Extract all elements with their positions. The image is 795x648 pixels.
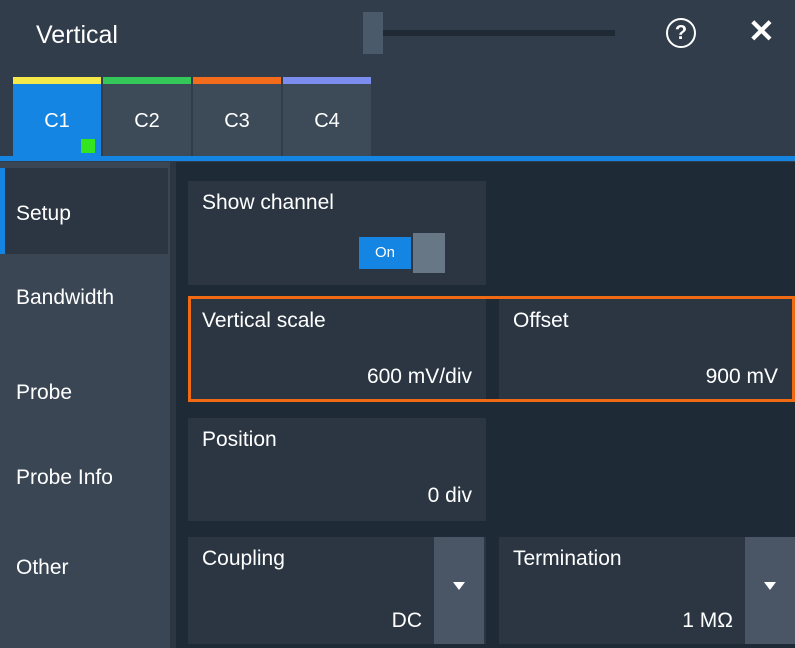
sidebar-item-probe[interactable]: Probe: [0, 347, 168, 433]
channel-tabs: C1 C2 C3 C4: [0, 75, 795, 162]
sidebar-item-label: Other: [16, 556, 69, 579]
sidebar-item-label: Probe Info: [16, 466, 113, 489]
tabs-underline: [0, 156, 795, 161]
dialog-transparency-slider-track[interactable]: [383, 30, 615, 36]
dialog-title: Vertical: [36, 21, 118, 49]
termination-field[interactable]: Termination 1 MΩ: [499, 537, 795, 644]
tab-c2[interactable]: C2: [103, 77, 191, 156]
toggle-on-label: On: [359, 237, 411, 269]
coupling-field[interactable]: Coupling DC: [188, 537, 486, 644]
chevron-down-icon: [453, 582, 465, 590]
tab-c4[interactable]: C4: [283, 77, 371, 156]
position-label: Position: [202, 428, 277, 451]
help-icon[interactable]: ?: [666, 18, 696, 48]
tab-c2-label: C2: [134, 110, 160, 132]
tab-c1-color-stripe: [13, 77, 101, 84]
sidebar-active-accent: [0, 168, 5, 254]
show-channel-toggle[interactable]: On: [359, 233, 445, 273]
coupling-value: DC: [391, 609, 422, 632]
coupling-label: Coupling: [202, 547, 285, 570]
sidebar-item-label: Probe: [16, 381, 73, 404]
show-channel-panel: Show channel On: [188, 181, 486, 285]
tab-c1[interactable]: C1: [13, 77, 101, 156]
show-channel-label: Show channel: [202, 191, 334, 214]
tab-c1-label: C1: [44, 110, 70, 132]
toggle-knob: [413, 233, 445, 273]
position-value: 0 div: [427, 484, 472, 507]
selected-fields-highlight: [188, 296, 795, 402]
chevron-down-icon: [764, 582, 776, 590]
sidebar-item-bandwidth[interactable]: Bandwidth: [0, 254, 168, 340]
position-field[interactable]: Position 0 div: [188, 418, 486, 521]
tab-c3[interactable]: C3: [193, 77, 281, 156]
close-icon[interactable]: ✕: [748, 14, 775, 48]
sidebar-item-setup[interactable]: Setup: [0, 168, 168, 254]
tab-c4-color-stripe: [283, 77, 371, 84]
tab-c4-label: C4: [314, 110, 340, 132]
sidebar-item-probe-info[interactable]: Probe Info: [0, 432, 168, 518]
dialog-title-bar: Vertical ? ✕: [0, 0, 795, 75]
channel-active-indicator: [81, 139, 95, 153]
termination-value: 1 MΩ: [682, 609, 733, 632]
dialog-transparency-slider-thumb[interactable]: [363, 12, 383, 54]
sidebar-item-other[interactable]: Other: [0, 522, 168, 608]
tab-c3-label: C3: [224, 110, 250, 132]
tab-c3-color-stripe: [193, 77, 281, 84]
termination-dropdown-button[interactable]: [745, 537, 795, 644]
sidebar-item-label: Bandwidth: [16, 286, 115, 309]
termination-label: Termination: [513, 547, 622, 570]
sidebar-item-label: Setup: [16, 202, 71, 225]
coupling-dropdown-button[interactable]: [434, 537, 484, 644]
sidebar: Setup Bandwidth Probe Probe Info Other: [0, 162, 170, 648]
tab-c2-color-stripe: [103, 77, 191, 84]
